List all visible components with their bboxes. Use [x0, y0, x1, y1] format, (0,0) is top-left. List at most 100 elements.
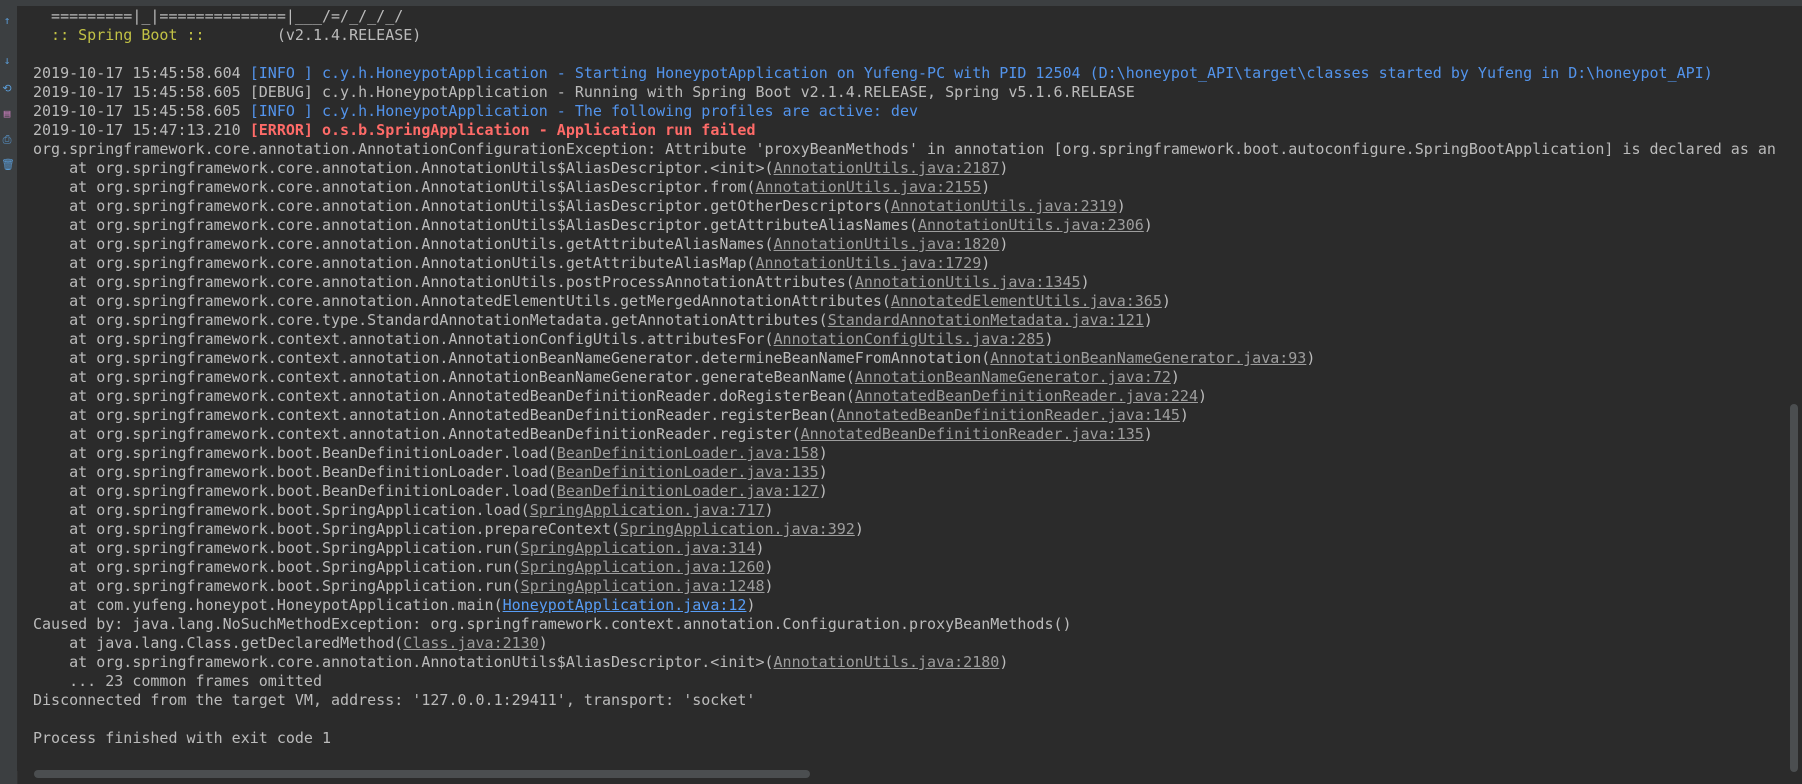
console-line: Process finished with exit code 1 [33, 729, 1785, 748]
console-line: at org.springframework.boot.BeanDefiniti… [33, 482, 1785, 501]
console-text: 2019-10-17 15:45:58.605 [33, 102, 250, 120]
console-line: 2019-10-17 15:45:58.605 [DEBUG] c.y.h.Ho… [33, 83, 1785, 102]
console-text: at org.springframework.boot.SpringApplic… [33, 520, 620, 538]
console-line: 2019-10-17 15:45:58.605 [INFO ] c.y.h.Ho… [33, 102, 1785, 121]
stack-trace-link[interactable]: Class.java:2130 [403, 634, 538, 652]
console-text: ) [1161, 292, 1171, 310]
console-text: Process finished with exit code 1 [33, 729, 332, 747]
stack-trace-link[interactable]: AnnotationBeanNameGenerator.java:93 [990, 349, 1306, 367]
stack-trace-link[interactable]: AnnotatedBeanDefinitionReader.java:135 [801, 425, 1144, 443]
console-text: at org.springframework.boot.BeanDefiniti… [33, 482, 557, 500]
stack-trace-link[interactable]: AnnotationUtils.java:1345 [855, 273, 1081, 291]
console-text: at org.springframework.core.annotation.A… [33, 254, 756, 272]
stack-trace-link[interactable]: StandardAnnotationMetadata.java:121 [828, 311, 1144, 329]
print-icon[interactable]: ⎙ [1, 133, 13, 147]
stack-trace-link[interactable]: AnnotationUtils.java:2306 [918, 216, 1144, 234]
stack-trace-link[interactable]: SpringApplication.java:392 [620, 520, 855, 538]
stack-trace-link[interactable]: SpringApplication.java:1248 [521, 577, 765, 595]
console-text: ) [1197, 387, 1208, 405]
stack-trace-link[interactable]: SpringApplication.java:717 [530, 501, 765, 519]
stack-trace-link[interactable]: AnnotatedElementUtils.java:365 [891, 292, 1162, 310]
console-lines: =========|_|==============|___/=/_/_/_/ … [33, 7, 1785, 748]
console-text: ) [764, 577, 774, 595]
console-text: at org.springframework.context.annotatio… [33, 368, 855, 386]
console-text: at org.springframework.context.annotatio… [33, 330, 774, 348]
console-text: :: Spring Boot :: [33, 26, 214, 44]
console-line: at org.springframework.core.annotation.A… [33, 216, 1785, 235]
vertical-scroll-thumb[interactable] [1790, 404, 1798, 772]
console-toolbar: ↑ ↓ ⟲ ▤ ⎙ 🗑 [0, 6, 18, 784]
vertical-scrollbar[interactable] [1785, 6, 1802, 772]
console-line: at org.springframework.boot.BeanDefiniti… [33, 463, 1785, 482]
stack-trace-link[interactable]: SpringApplication.java:314 [521, 539, 756, 557]
console-line: :: Spring Boot :: (v2.1.4.RELEASE) [33, 26, 1785, 45]
console-text: at org.springframework.core.annotation.A… [33, 292, 891, 310]
stack-trace-link[interactable]: AnnotationUtils.java:2155 [755, 178, 981, 196]
console-text: [INFO ] c.y.h.HoneypotApplication - The … [249, 102, 919, 120]
stack-trace-link[interactable]: AnnotationBeanNameGenerator.java:72 [855, 368, 1171, 386]
console-text: ) [818, 463, 828, 481]
trash-icon[interactable]: 🗑 [1, 158, 15, 172]
console-text: at org.springframework.core.annotation.A… [33, 216, 919, 234]
console-text: ) [1143, 425, 1153, 443]
console-text: ) [1116, 197, 1126, 215]
console-line: at java.lang.Class.getDeclaredMethod(Cla… [33, 634, 1785, 653]
console-text: at org.springframework.core.annotation.A… [33, 159, 774, 177]
scroll-to-end-icon[interactable]: ▤ [1, 107, 13, 121]
console-line: at org.springframework.core.annotation.A… [33, 254, 1785, 273]
console-text: 2019-10-17 15:45:58.605 [33, 83, 250, 101]
console-text: at org.springframework.core.type.Standar… [33, 311, 828, 329]
arrow-down-icon[interactable]: ↓ [1, 54, 13, 68]
console-text: ) [999, 235, 1009, 253]
stack-trace-link[interactable]: HoneypotApplication.java:12 [503, 596, 747, 614]
arrow-up-icon[interactable]: ↑ [1, 14, 13, 28]
console-line: at org.springframework.core.annotation.A… [33, 178, 1785, 197]
console-text: ) [1170, 368, 1180, 386]
stack-trace-link[interactable]: AnnotationConfigUtils.java:285 [774, 330, 1045, 348]
console-text: ) [1179, 406, 1189, 424]
console-text: ) [746, 596, 756, 614]
stack-trace-link[interactable]: AnnotatedBeanDefinitionReader.java:145 [837, 406, 1180, 424]
console-line: at org.springframework.context.annotatio… [33, 349, 1785, 368]
console-line: at org.springframework.boot.SpringApplic… [33, 577, 1785, 596]
stack-trace-link[interactable]: BeanDefinitionLoader.java:135 [557, 463, 819, 481]
console-text: at org.springframework.context.annotatio… [33, 387, 855, 405]
stack-trace-link[interactable]: AnnotatedBeanDefinitionReader.java:224 [855, 387, 1198, 405]
console-text: ) [1044, 330, 1054, 348]
stack-trace-link[interactable]: SpringApplication.java:1260 [521, 558, 765, 576]
console-text: ) [538, 634, 548, 652]
horizontal-scroll-thumb[interactable] [34, 770, 810, 778]
console-line: at org.springframework.boot.SpringApplic… [33, 501, 1785, 520]
stack-trace-link[interactable]: AnnotationUtils.java:2187 [774, 159, 1000, 177]
console-line: org.springframework.core.annotation.Anno… [33, 140, 1785, 159]
console-text: Caused by: java.lang.NoSuchMethodExcepti… [33, 615, 1072, 633]
console-text: ) [854, 520, 864, 538]
console-line: at org.springframework.core.annotation.A… [33, 197, 1785, 216]
console-line: at org.springframework.boot.BeanDefiniti… [33, 444, 1785, 463]
stack-trace-link[interactable]: AnnotationUtils.java:2319 [891, 197, 1117, 215]
stack-trace-link[interactable]: BeanDefinitionLoader.java:158 [557, 444, 819, 462]
console-text: at org.springframework.context.annotatio… [33, 425, 801, 443]
console-output[interactable]: =========|_|==============|___/=/_/_/_/ … [17, 6, 1785, 771]
console-text: (v2.1.4.RELEASE) [213, 26, 422, 44]
stack-trace-link[interactable]: AnnotationUtils.java:1729 [755, 254, 981, 272]
console-text: ) [764, 501, 774, 519]
stack-trace-link[interactable]: BeanDefinitionLoader.java:127 [557, 482, 819, 500]
stack-trace-link[interactable]: AnnotationUtils.java:2180 [774, 653, 1000, 671]
console-text: ) [981, 254, 991, 272]
console-text: at org.springframework.core.annotation.A… [33, 235, 774, 253]
soft-wrap-icon[interactable]: ⟲ [1, 82, 13, 96]
console-text: =========|_|==============|___/=/_/_/_/ [33, 7, 404, 25]
console-text: at org.springframework.core.annotation.A… [33, 273, 855, 291]
console-line: Caused by: java.lang.NoSuchMethodExcepti… [33, 615, 1785, 634]
console-text: at org.springframework.core.annotation.A… [33, 653, 774, 671]
console-text: ) [818, 444, 828, 462]
console-text: at org.springframework.boot.BeanDefiniti… [33, 444, 557, 462]
console-text: at java.lang.Class.getDeclaredMethod( [33, 634, 404, 652]
stack-trace-link[interactable]: AnnotationUtils.java:1820 [774, 235, 1000, 253]
console-text: at org.springframework.boot.SpringApplic… [33, 501, 530, 519]
console-line: ... 23 common frames omitted [33, 672, 1785, 691]
console-text: [ERROR] o.s.b.SpringApplication - Applic… [249, 121, 756, 139]
